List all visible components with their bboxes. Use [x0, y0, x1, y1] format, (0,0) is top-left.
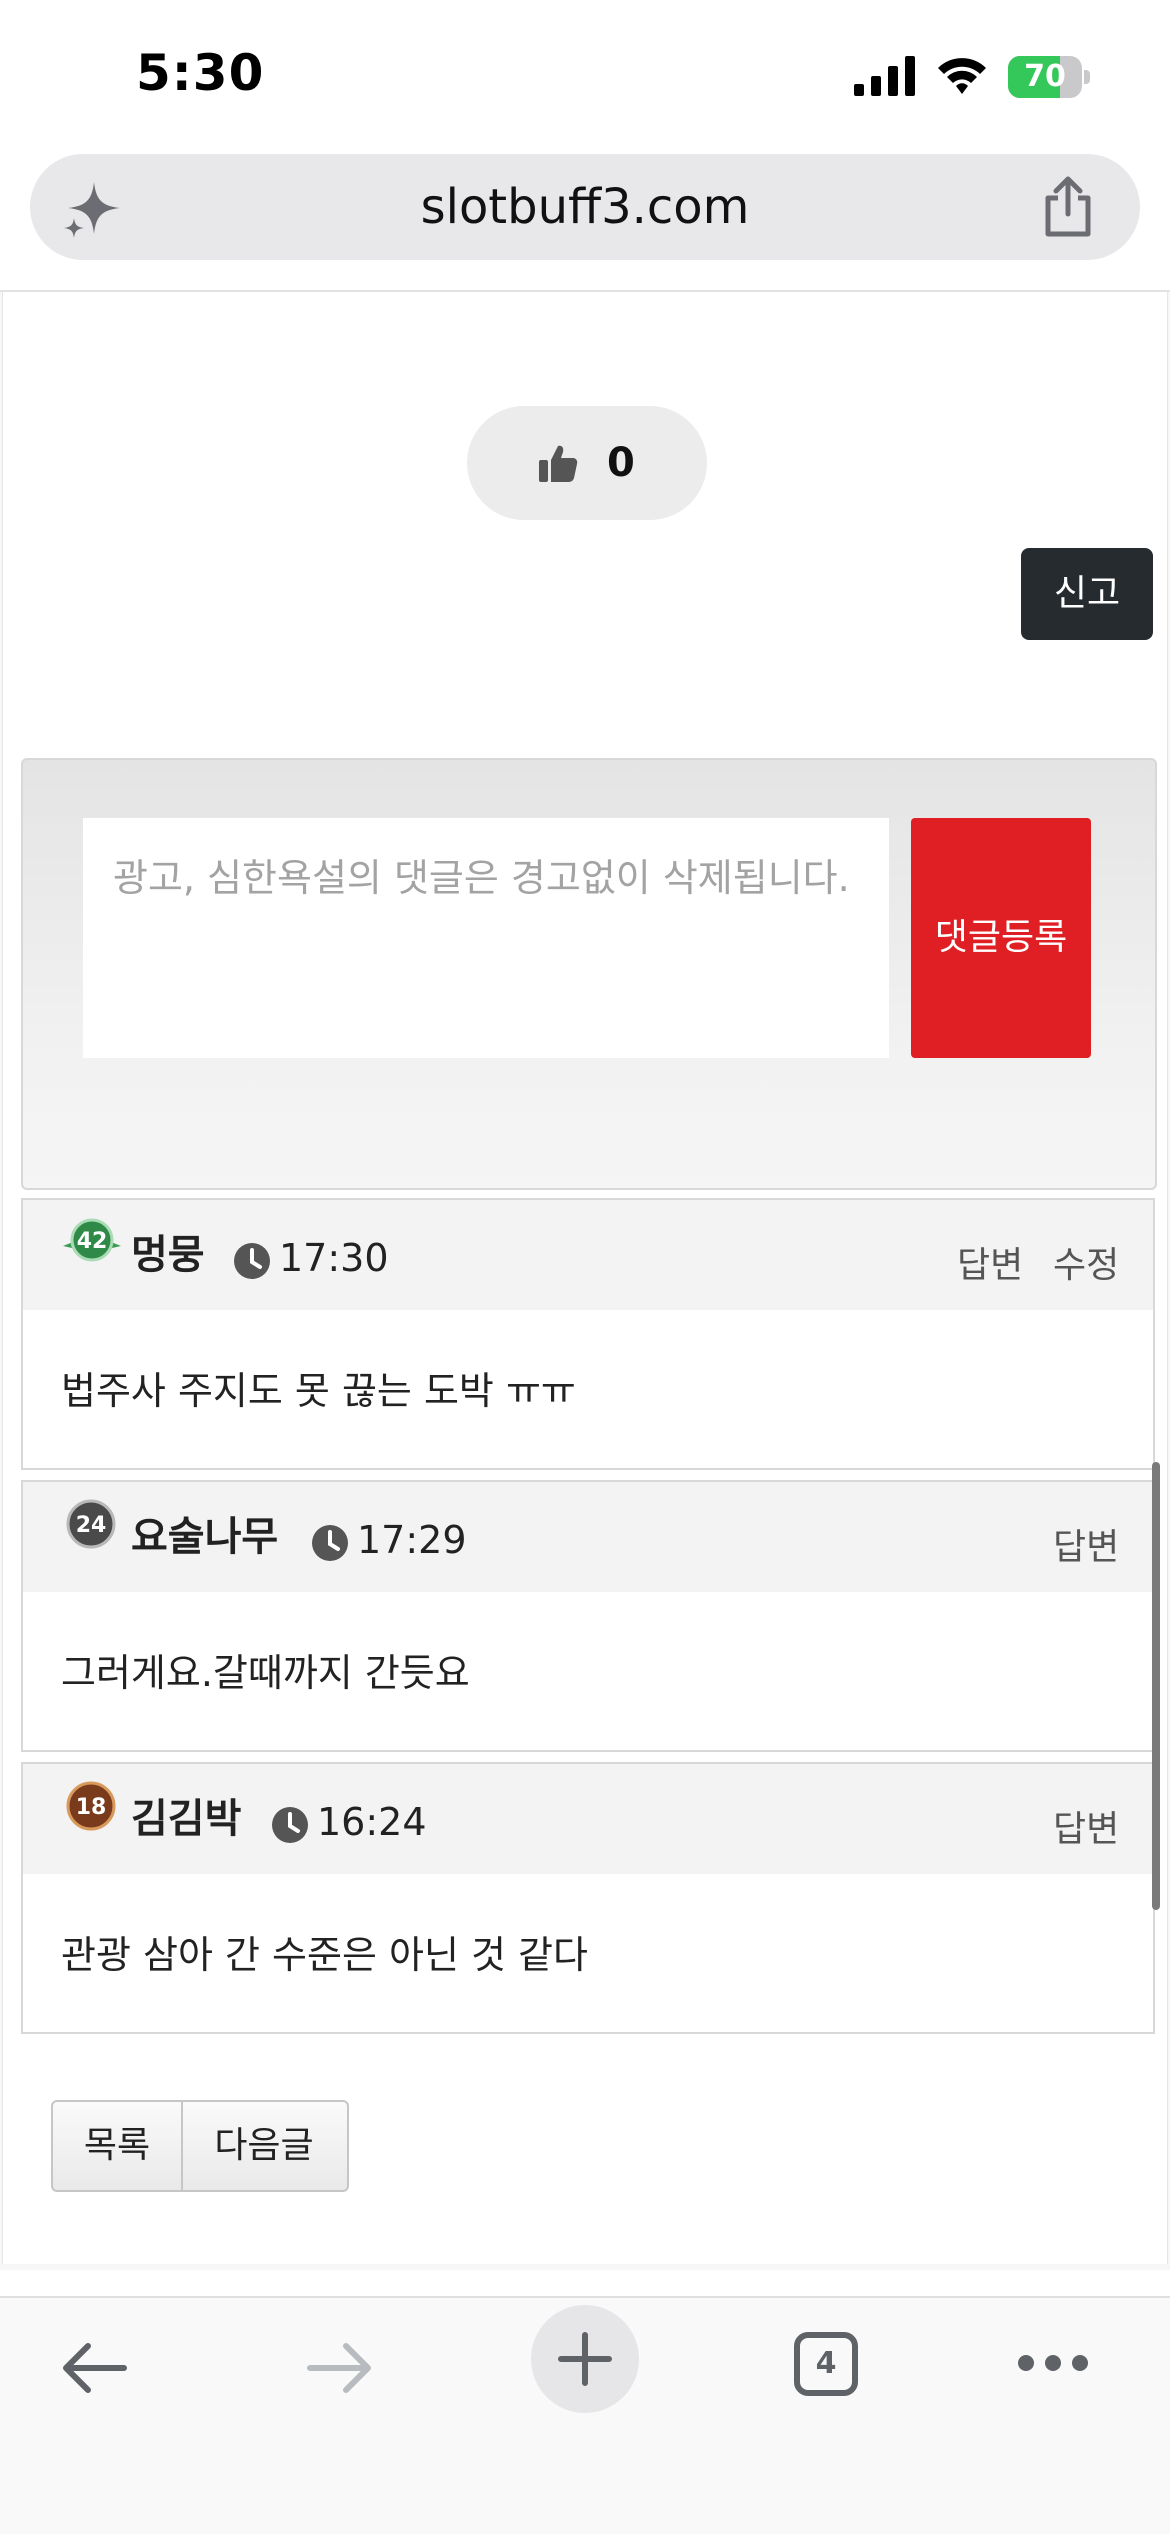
comment-item: 42 멍뭉 17:30 답변 수정 법주사 주지도 못 끊는 도박 ㅠㅠ	[21, 1198, 1155, 1470]
level-badge-number: 42	[77, 1229, 108, 1254]
comment-input[interactable]	[83, 818, 889, 1058]
thumbs-up-icon	[539, 445, 578, 482]
status-bar: 5:30 70	[0, 0, 1170, 150]
battery-charging-icon: 70	[1008, 56, 1090, 98]
like-button[interactable]: 0	[467, 406, 707, 520]
signal-icon	[854, 56, 915, 96]
comment-header: 24 요술나무 17:29 답변	[23, 1482, 1153, 1592]
list-button[interactable]: 목록	[53, 2102, 183, 2190]
share-icon[interactable]	[1038, 176, 1098, 238]
address-bar[interactable]: slotbuff3.com	[30, 154, 1140, 260]
level-badge-icon: 42	[61, 1218, 123, 1262]
comment-time: 16:24	[317, 1800, 427, 1844]
comment-time: 17:29	[357, 1518, 467, 1562]
comment-author[interactable]: 김김박	[131, 1786, 241, 1844]
web-page: 0 신고 댓글등록 42 멍뭉 17:30 답	[0, 292, 1170, 2270]
comment-header: 18 김김박 16:24 답변	[23, 1764, 1153, 1874]
level-badge-icon: 18	[66, 1781, 116, 1831]
comment-author[interactable]: 요술나무	[131, 1504, 278, 1562]
back-arrow-icon[interactable]	[58, 2338, 130, 2398]
more-icon[interactable]	[1016, 2350, 1090, 2376]
comment-item: 24 요술나무 17:29 답변 그러게요.갈때까지 간듯요	[21, 1480, 1155, 1752]
clock-icon	[312, 1525, 348, 1561]
comment-header: 42 멍뭉 17:30 답변 수정	[23, 1200, 1153, 1310]
level-badge-number: 24	[76, 1513, 107, 1538]
url-text[interactable]: slotbuff3.com	[30, 154, 1140, 260]
battery-level-text: 70	[1024, 59, 1066, 94]
reply-link[interactable]: 답변	[1053, 1518, 1119, 1570]
reply-link[interactable]: 답변	[957, 1236, 1023, 1288]
tabs-icon[interactable]: 4	[794, 2332, 858, 2396]
status-time: 5:30	[136, 44, 265, 102]
new-tab-button[interactable]	[531, 2305, 639, 2413]
plus-icon	[558, 2332, 612, 2386]
comment-form: 댓글등록	[21, 758, 1157, 1190]
comment-item: 18 김김박 16:24 답변 관광 삼아 간 수준은 아닌 것 같다	[21, 1762, 1155, 2034]
level-badge-number: 18	[76, 1795, 107, 1820]
like-count: 0	[607, 440, 635, 486]
submit-comment-button[interactable]: 댓글등록	[911, 818, 1091, 1058]
comment-text: 관광 삼아 간 수준은 아닌 것 같다	[61, 1933, 588, 1977]
comment-text: 법주사 주지도 못 끊는 도박 ㅠㅠ	[61, 1369, 576, 1413]
reply-link[interactable]: 답변	[1053, 1800, 1119, 1852]
edit-link[interactable]: 수정	[1053, 1236, 1119, 1288]
clock-icon	[272, 1807, 308, 1843]
comment-text: 그러게요.갈때까지 간듯요	[61, 1651, 470, 1695]
forward-arrow-icon[interactable]	[304, 2338, 376, 2398]
tab-count: 4	[815, 2346, 837, 2381]
page-scrollbar[interactable]	[1152, 1462, 1160, 1910]
report-button[interactable]: 신고	[1021, 548, 1153, 640]
next-post-button[interactable]: 다음글	[183, 2102, 345, 2190]
browser-toolbar: 4	[0, 2296, 1170, 2534]
comment-time: 17:30	[279, 1236, 389, 1280]
level-badge-icon: 24	[66, 1499, 116, 1549]
post-footer: 0 신고 댓글등록 42 멍뭉 17:30 답	[2, 292, 1168, 2264]
clock-icon	[234, 1243, 270, 1279]
comment-author[interactable]: 멍뭉	[131, 1222, 205, 1280]
wifi-icon	[938, 58, 986, 94]
post-navigation: 목록 다음글	[51, 2100, 349, 2192]
